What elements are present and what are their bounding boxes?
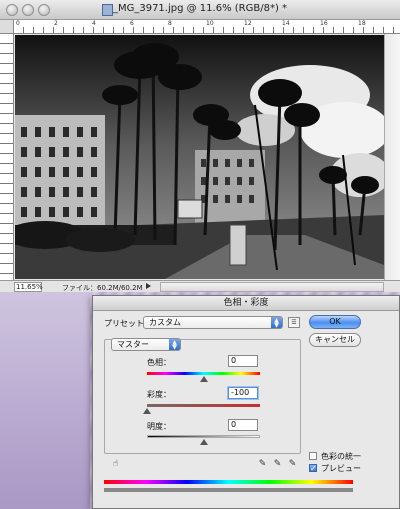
preset-value: カスタム — [149, 318, 181, 327]
ruler-label: 6 — [128, 20, 166, 27]
horizontal-ruler-labels: 0 2 4 6 8 10 12 14 16 18 — [14, 20, 400, 34]
channel-value: マスター — [117, 340, 149, 349]
ruler-label: 10 — [204, 20, 242, 27]
preview-checkbox[interactable]: ✓ — [309, 464, 317, 473]
status-menu-arrow-icon[interactable] — [146, 283, 151, 289]
desktop-background — [0, 290, 90, 509]
channel-dropdown[interactable]: マスター ▲ ▼ — [111, 338, 181, 351]
street-photo — [15, 35, 384, 279]
ruler-label: 12 — [242, 20, 280, 27]
input-color-spectrum — [104, 480, 353, 484]
preset-options-icon[interactable]: ☰ — [288, 317, 300, 328]
ruler-label: 14 — [280, 20, 318, 27]
document-window: _MG_3971.jpg @ 11.6% (RGB/8*) * 0 2 4 6 8 10 1… — [0, 0, 400, 292]
ruler-label: 8 — [166, 20, 204, 27]
hue-saturation-dialog: 色相・彩度 プリセット： カスタム ▲ ▼ ☰ OK キャンセル マスター ▲ ▼ … — [92, 295, 400, 509]
document-title: _MG_3971.jpg @ 11.6% (RGB/8*) * — [112, 3, 288, 14]
hue-slider-track[interactable] — [147, 372, 260, 375]
saturation-label: 彩度： — [147, 390, 171, 399]
colorize-checkbox[interactable] — [309, 452, 317, 460]
dialog-title: 色相・彩度 — [93, 296, 399, 311]
preview-label: プレビュー — [321, 464, 361, 473]
ruler-label: 2 — [52, 20, 90, 27]
eyedropper-minus-icon[interactable]: ✎ — [288, 459, 297, 469]
ruler-label: 4 — [90, 20, 128, 27]
vertical-scrollbar[interactable] — [384, 34, 400, 280]
cancel-button[interactable]: キャンセル — [309, 333, 361, 347]
saturation-slider-thumb[interactable] — [143, 408, 151, 414]
saturation-value-field[interactable]: -100 — [228, 387, 258, 399]
lightness-slider-track[interactable] — [147, 435, 260, 438]
lightness-value-field[interactable]: 0 — [228, 419, 258, 431]
hue-slider-thumb[interactable] — [199, 376, 208, 382]
lightness-label: 明度： — [147, 422, 171, 431]
image-canvas[interactable] — [15, 35, 384, 279]
preset-dropdown[interactable]: カスタム ▲ ▼ — [143, 316, 283, 329]
eyedropper-plus-icon[interactable]: ✎ — [273, 459, 282, 469]
vertical-ruler[interactable] — [0, 34, 14, 280]
dropdown-arrows-icon: ▲ ▼ — [169, 339, 180, 351]
ruler-label: 0 — [14, 20, 52, 27]
ruler-label: 16 — [318, 20, 356, 27]
zoom-level-field[interactable]: 11.65% — [14, 282, 43, 292]
output-color-spectrum — [104, 488, 353, 492]
colorize-label: 色彩の統一 — [321, 452, 361, 461]
horizontal-scrollbar[interactable] — [160, 282, 384, 292]
dropdown-arrows-icon: ▲ ▼ — [271, 317, 282, 329]
document-titlebar[interactable]: _MG_3971.jpg @ 11.6% (RGB/8*) * — [0, 0, 400, 20]
hue-value-field[interactable]: 0 — [228, 355, 258, 367]
lightness-slider-thumb[interactable] — [199, 439, 208, 445]
file-size-info: ファイル：60.2M/60.2M — [62, 284, 143, 292]
eyedropper-icon[interactable]: ✎ — [258, 459, 267, 469]
hue-label: 色相： — [147, 358, 171, 367]
ok-button[interactable]: OK — [309, 315, 361, 329]
status-bar: 11.65% ファイル：60.2M/60.2M — [0, 280, 400, 292]
saturation-slider-track[interactable] — [147, 404, 260, 407]
targeted-adjustment-icon[interactable]: ☝ — [111, 459, 120, 469]
ruler-origin[interactable] — [0, 20, 14, 34]
ruler-label: 18 — [356, 20, 394, 27]
